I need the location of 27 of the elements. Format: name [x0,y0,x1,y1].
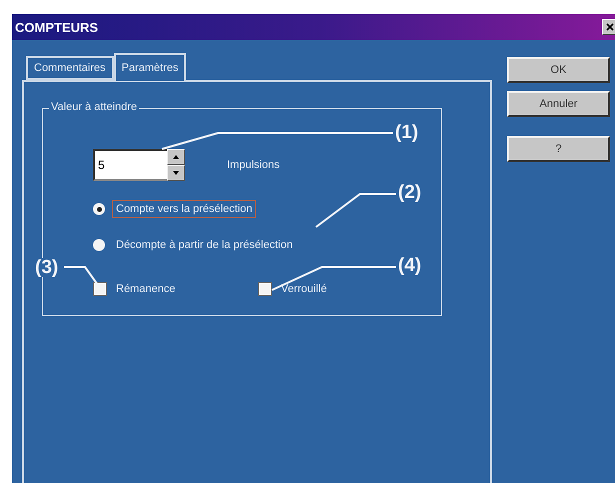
down-arrow-icon [173,170,179,174]
dialog-button[interactable]: OK [507,57,610,83]
callout-label: (4) [398,256,422,275]
tab[interactable]: Commentaires [26,56,114,80]
spin-up-button[interactable] [167,148,185,164]
close-icon [606,23,614,31]
dialog-button[interactable]: Annuler [507,91,610,117]
checkbox-label[interactable]: Rémanence [116,283,176,295]
tab[interactable]: Paramètres [114,53,186,81]
radio-button[interactable] [93,239,105,251]
checkbox-label[interactable]: Verrouillé [281,283,327,295]
checkbox[interactable] [258,282,272,296]
radio-label[interactable]: Compte vers la présélection [112,200,256,218]
radio-label[interactable]: Décompte à partir de la présélection [112,236,297,254]
close-button[interactable] [602,19,615,35]
callout-label: (1) [395,123,418,142]
group-legend: Valeur à atteindre [49,101,140,113]
checkbox[interactable] [93,282,107,296]
dialog-button[interactable]: ? [507,136,610,162]
radio-button[interactable] [93,203,105,215]
spin-down-button[interactable] [167,164,185,180]
callout-label: (2) [398,183,422,202]
unit-label: Impulsions [227,158,280,170]
up-arrow-icon [173,154,179,158]
spin-field[interactable]: 5 [93,148,167,180]
window-title: COMPTEURS [15,20,98,34]
callout-label: (3) [35,258,58,277]
